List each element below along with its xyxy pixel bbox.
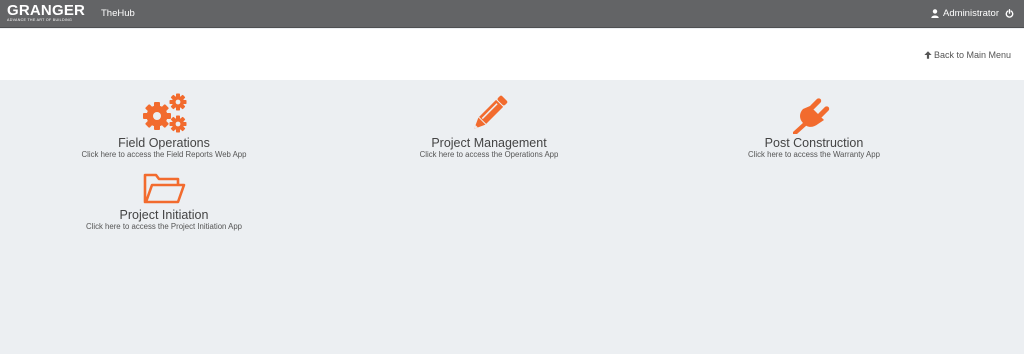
back-link-label: Back to Main Menu: [933, 50, 1011, 60]
app-tile-subtitle: Click here to access the Project Initiat…: [85, 222, 243, 231]
back-to-main-menu-link[interactable]: Back to Main Menu: [924, 50, 1011, 60]
user-name: Administrator: [943, 8, 999, 19]
app-tile-title: Project Initiation: [119, 208, 209, 222]
app-tile-project-initiation[interactable]: Project Initiation Click here to access …: [34, 172, 294, 232]
user-icon: [931, 9, 939, 18]
pencil-icon: [474, 95, 508, 129]
app-tile-subtitle: Click here to access the Warranty App: [748, 150, 880, 159]
app-tile-post-construction[interactable]: Post Construction Click here to access t…: [684, 92, 944, 160]
app-tile-title: Field Operations: [118, 136, 210, 150]
top-navbar: GRANGER ADVANCE THE ART OF BUILDING TheH…: [0, 0, 1024, 28]
arrow-up-icon: [924, 51, 932, 59]
user-menu[interactable]: Administrator: [931, 8, 1014, 19]
subheader-bar: Back to Main Menu: [0, 29, 1024, 80]
power-icon[interactable]: [1005, 9, 1014, 18]
logo-wordmark: GRANGER: [7, 2, 86, 19]
app-tile-title: Project Management: [431, 136, 547, 150]
folder-open-icon: [143, 173, 186, 204]
app-tile-field-operations[interactable]: Field Operations Click here to access th…: [34, 92, 294, 160]
plug-icon: [793, 98, 830, 134]
app-title: TheHub: [101, 8, 135, 19]
app-tile-project-management[interactable]: Project Management Click here to access …: [359, 94, 619, 160]
granger-logo[interactable]: GRANGER ADVANCE THE ART OF BUILDING: [7, 2, 97, 26]
app-tile-title: Post Construction: [764, 136, 864, 150]
gears-icon: [143, 93, 187, 133]
app-tile-subtitle: Click here to access the Field Reports W…: [81, 150, 247, 159]
app-tile-subtitle: Click here to access the Operations App: [419, 150, 559, 159]
